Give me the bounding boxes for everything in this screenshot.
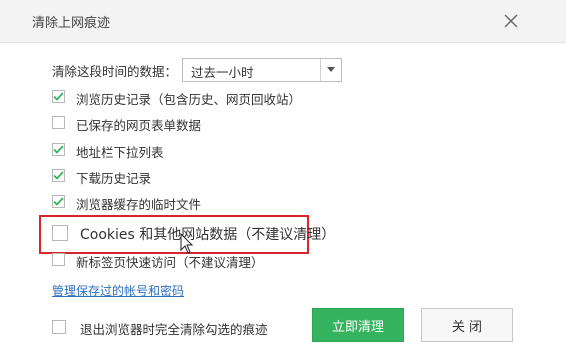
- checkbox-saved-form-data[interactable]: [52, 116, 65, 129]
- dropdown-button[interactable]: [320, 59, 341, 81]
- clear-browsing-data-dialog: 清除上网痕迹 清除这段时间的数据： 过去一小时 浏览历史记录（包含历史、网页回收…: [0, 0, 566, 357]
- close-icon: [504, 14, 518, 28]
- checkbox-address-bar-dropdown[interactable]: [52, 143, 65, 156]
- dialog-title: 清除上网痕迹: [32, 16, 111, 31]
- time-range-label: 清除这段时间的数据：: [52, 64, 178, 79]
- close-button[interactable]: [498, 8, 524, 34]
- option-label: 地址栏下拉列表: [76, 145, 164, 160]
- option-label: Cookies 和其他网站数据（不建议清理）: [80, 227, 336, 243]
- close-dialog-button[interactable]: 关 闭: [421, 308, 513, 342]
- option-label: 已保存的网页表单数据: [76, 118, 202, 133]
- clear-now-button[interactable]: 立即清理: [312, 308, 404, 342]
- time-range-value: 过去一小时: [191, 65, 254, 80]
- mouse-pointer-icon: [180, 233, 194, 254]
- checkbox-download-history[interactable]: [52, 169, 65, 182]
- checkbox-browsing-history[interactable]: [52, 90, 65, 103]
- checkbox-cached-temp-files[interactable]: [52, 195, 65, 208]
- check-icon: [53, 145, 64, 154]
- check-icon: [53, 171, 64, 180]
- checkbox-exit-clear[interactable]: [52, 320, 66, 334]
- check-icon: [53, 197, 64, 206]
- check-icon: [53, 92, 64, 101]
- chevron-down-icon: [327, 67, 335, 72]
- checkbox-new-tab-quick-access[interactable]: [52, 253, 65, 266]
- option-label: 新标签页快速访问（不建议清理）: [76, 255, 264, 270]
- manage-passwords-link[interactable]: 管理保存过的帐号和密码: [52, 282, 184, 299]
- checkbox-cookies[interactable]: [52, 225, 68, 241]
- option-label: 浏览历史记录（包含历史、网页回收站）: [76, 92, 302, 107]
- option-label: 浏览器缓存的临时文件: [76, 197, 202, 212]
- exit-clear-label: 退出浏览器时完全清除勾选的痕迹: [80, 322, 268, 337]
- dialog-titlebar: 清除上网痕迹: [0, 0, 566, 43]
- option-label: 下载历史记录: [76, 171, 152, 186]
- time-range-select[interactable]: 过去一小时: [182, 58, 342, 82]
